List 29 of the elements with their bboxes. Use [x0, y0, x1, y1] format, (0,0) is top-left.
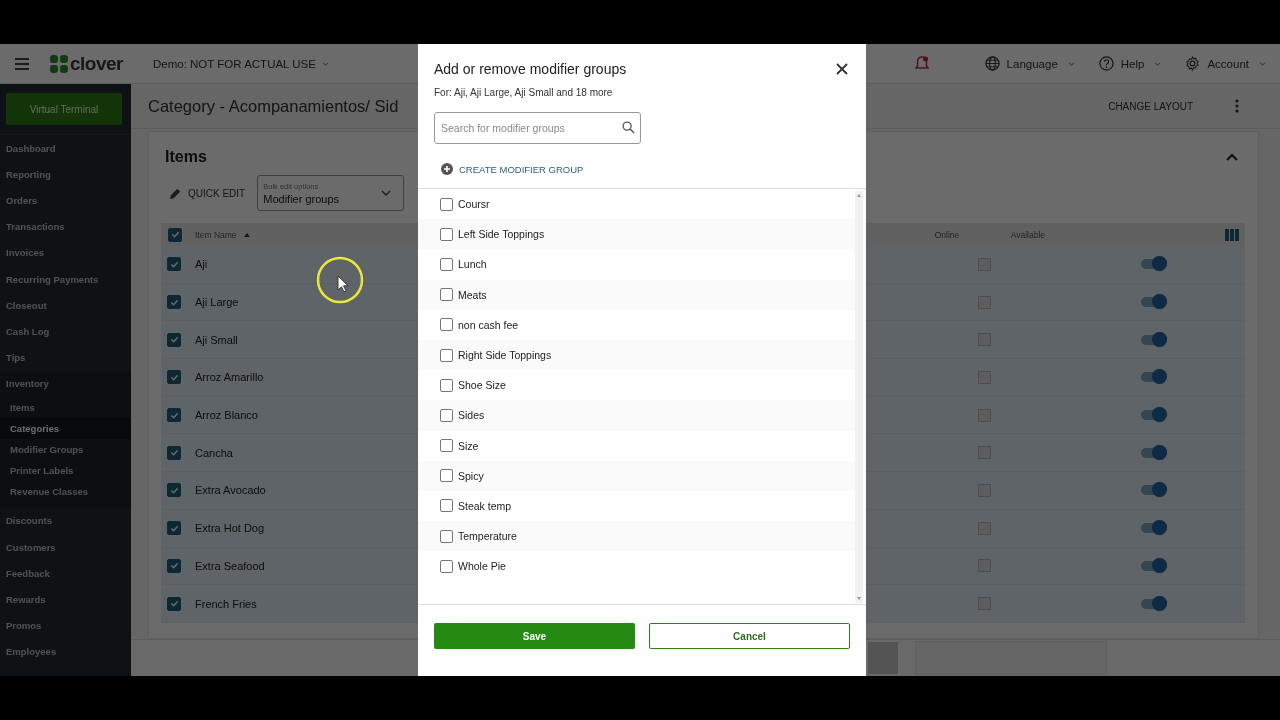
option-label: non cash fee [458, 318, 519, 331]
option-label: Right Side Toppings [458, 349, 552, 362]
option-label: Spicy [458, 469, 484, 482]
item-name: Extra Hot Dog [195, 522, 265, 535]
option-label: Coursr [458, 198, 490, 211]
brand-logo-text: clover [70, 52, 123, 75]
item-name: Arroz Blanco [195, 409, 258, 422]
option-label: Whole Pie [458, 560, 506, 573]
page-title: Category - Acompanamientos/ Sid [148, 96, 399, 116]
item-name: Cancha [195, 446, 233, 459]
option-label: Temperature [458, 530, 517, 543]
option-label: Lunch [458, 258, 487, 271]
option-label: Shoe Size [458, 379, 506, 392]
item-name: Arroz Amarillo [195, 371, 264, 384]
card-title: Items [165, 148, 207, 166]
dialog-subtitle: For: Aji, Aji Large, Aji Small and 18 more [434, 87, 614, 98]
item-name: Extra Avocado [195, 484, 266, 497]
option-label: Sides [458, 409, 485, 422]
option-label: Left Side Toppings [458, 228, 545, 241]
dialog-title: Add or remove modifier groups [434, 60, 628, 77]
item-name: Aji [195, 258, 208, 271]
item-name: Extra Seafood [195, 559, 265, 572]
option-label: Steak temp [458, 499, 512, 512]
option-label: Meats [458, 288, 487, 301]
item-name: Aji Small [195, 333, 238, 346]
option-label: Size [458, 439, 479, 452]
item-name: French Fries [195, 597, 257, 610]
item-name: Aji Large [195, 296, 239, 309]
field-value: Modifier groups [263, 192, 341, 205]
